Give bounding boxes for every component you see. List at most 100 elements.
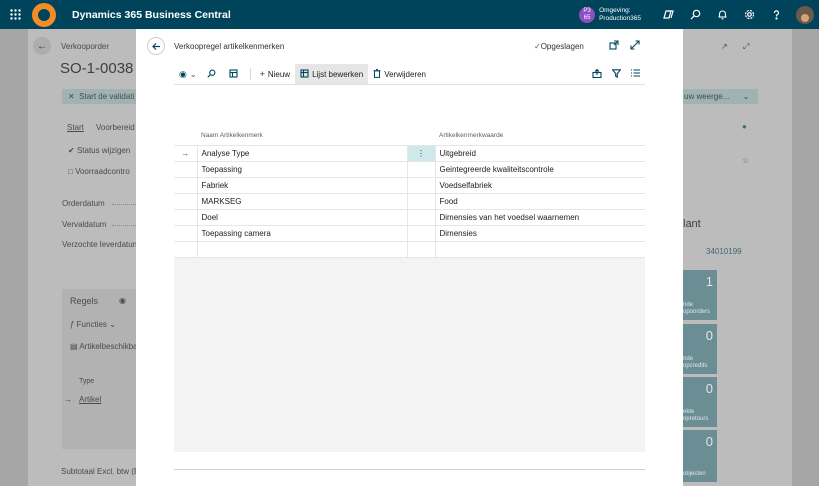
tile-label: nde opcredits	[683, 356, 707, 370]
copilot-menu-button[interactable]: ◉ ⌄	[174, 64, 202, 84]
table-row[interactable]: Fabriek Voedselfabriek	[174, 176, 645, 194]
list-icon	[631, 69, 640, 79]
avatar[interactable]	[796, 5, 814, 24]
tile-num: 1	[705, 274, 713, 289]
bg-tab-start: Start	[67, 123, 84, 132]
column-header-value[interactable]: Artikelkenmerkwaarde	[435, 126, 645, 145]
share-button[interactable]	[587, 64, 607, 84]
bg-tile-4: 0 objecten	[683, 430, 717, 482]
gear-icon[interactable]	[736, 0, 763, 29]
popout-icon[interactable]	[608, 40, 620, 52]
bg-lines-section	[62, 289, 136, 449]
attribute-name-cell[interactable]: MARKSEG	[196, 192, 408, 210]
more-vertical-icon[interactable]: ⋮	[406, 144, 436, 162]
row-indicator	[174, 160, 198, 178]
row-indicator	[174, 176, 198, 194]
attribute-name-cell[interactable]: Doel	[196, 208, 408, 226]
bg-col-type: Type	[79, 378, 95, 385]
attributes-grid: Naam Artikelkenmerk Artikelkenmerkwaarde…	[174, 126, 645, 258]
bg-banner-label: Start de validati	[79, 92, 135, 101]
list-options-button[interactable]	[626, 64, 645, 84]
tile-num: 0	[705, 381, 713, 396]
table-row[interactable]: → Analyse Type ⋮ Uitgebreid	[174, 144, 645, 162]
table-row[interactable]: Toepassing Geintegreerde kwaliteitscontr…	[174, 160, 645, 178]
bg-banner-text: ✕ Start de validati	[68, 92, 135, 101]
bg-functions: ƒ Functies ⌄	[70, 320, 116, 329]
search-button[interactable]	[202, 64, 224, 84]
copilot-icon: ◉	[179, 68, 187, 79]
expand-icon[interactable]	[629, 40, 641, 52]
dialog-toolbar: ◉ ⌄ + Nieuw Lijst bewerken Verwijderen	[174, 64, 645, 85]
bell-icon[interactable]	[709, 0, 736, 29]
attribute-value-cell[interactable]: Voedselfabriek	[434, 176, 645, 194]
bg-action-stock-label: Voorraadcontro	[75, 167, 130, 176]
table-row-empty[interactable]	[174, 240, 645, 258]
attribute-name-cell[interactable]: Analyse Type	[196, 144, 408, 162]
edit-list-icon	[300, 68, 309, 80]
bg-tile-2: 0 nde opcredits	[683, 324, 717, 374]
attribute-name-cell[interactable]	[196, 240, 408, 258]
attribute-name-cell[interactable]: Toepassing camera	[196, 224, 408, 242]
waffle-icon[interactable]	[0, 0, 30, 29]
help-icon[interactable]	[763, 0, 790, 29]
bg-dotline	[112, 225, 136, 226]
edit-list-button[interactable]: Lijst bewerken	[295, 64, 369, 84]
row-actions-cell[interactable]	[406, 192, 436, 210]
tile-line1: ekte	[683, 409, 695, 415]
environment-badge[interactable]: P3 65	[579, 6, 596, 23]
back-arrow-icon[interactable]	[147, 37, 165, 55]
attribute-value-cell[interactable]: Food	[434, 192, 645, 210]
search-icon[interactable]	[682, 0, 709, 29]
bg-popout-icon: ↗	[721, 42, 728, 51]
column-header-name[interactable]: Naam Artikelkenmerk	[197, 126, 407, 145]
table-row[interactable]: MARKSEG Food	[174, 192, 645, 210]
row-actions-cell[interactable]	[406, 160, 436, 178]
actions-header	[407, 126, 435, 145]
app-title: Dynamics 365 Business Central	[72, 8, 231, 21]
row-indicator	[174, 192, 198, 210]
badge-line2: 65	[583, 14, 591, 21]
row-actions-cell[interactable]	[406, 176, 436, 194]
attribute-name-cell[interactable]: Toepassing	[196, 160, 408, 178]
bg-field-duedate: Vervaldatum	[62, 220, 107, 229]
new-label: Nieuw	[267, 69, 291, 79]
table-row[interactable]: Toepassing camera Dimensies	[174, 224, 645, 242]
tile-label: objecten	[683, 471, 706, 478]
bg-action-stock: □ Voorraadcontro	[68, 167, 130, 176]
row-arrow-icon: →	[174, 144, 198, 162]
row-actions-cell[interactable]	[406, 208, 436, 226]
badge-line1: P3	[583, 7, 591, 14]
tile-line1: nde	[683, 356, 694, 362]
attribute-value-cell[interactable]: Dimensies	[434, 224, 645, 242]
row-indicator	[174, 224, 198, 242]
attribute-value-cell[interactable]	[434, 240, 645, 258]
delete-button[interactable]: Verwijderen	[368, 64, 431, 84]
copilot-icon[interactable]	[655, 0, 682, 29]
attribute-value-cell[interactable]: Dimensies van het voedsel waarnemen	[434, 208, 645, 226]
bg-subtotal: Subtotaal Excl. btw (E	[61, 467, 140, 476]
env-value: Production365	[599, 14, 641, 22]
saved-label: Opgeslagen	[540, 42, 584, 51]
attribute-value-cell[interactable]: Geintegreerde kwaliteitscontrole	[434, 160, 645, 178]
tile-num: 0	[705, 434, 713, 449]
app-header: Dynamics 365 Business Central P3 65 Omge…	[0, 0, 819, 29]
attribute-name-cell[interactable]: Fabriek	[196, 176, 408, 194]
bg-collapse-icon: ⤢	[743, 42, 750, 51]
row-actions-cell[interactable]	[406, 240, 436, 258]
bg-row-arrow-icon: →	[64, 395, 72, 404]
tile-line1: nde	[683, 302, 694, 308]
row-actions-cell[interactable]	[406, 224, 436, 242]
bg-tile-1: 1 nde opoorders	[683, 270, 717, 320]
filter-button[interactable]	[607, 64, 626, 84]
bg-item-avail-label: Artikelbeschikba	[79, 342, 138, 351]
attribute-value-cell[interactable]: Uitgebreid	[434, 144, 645, 162]
table-view-button[interactable]	[224, 64, 246, 84]
environment-label[interactable]: Omgeving: Production365	[599, 7, 641, 23]
table-view-icon	[229, 68, 238, 80]
new-button[interactable]: + Nieuw	[255, 64, 296, 84]
table-row[interactable]: Doel Dimensies van het voedsel waarnemen	[174, 208, 645, 226]
trash-icon	[373, 68, 381, 80]
bg-field-requested: Verzochte leverdatum	[62, 240, 140, 249]
tile-line2: objecten	[683, 471, 706, 477]
company-logo	[30, 2, 58, 28]
